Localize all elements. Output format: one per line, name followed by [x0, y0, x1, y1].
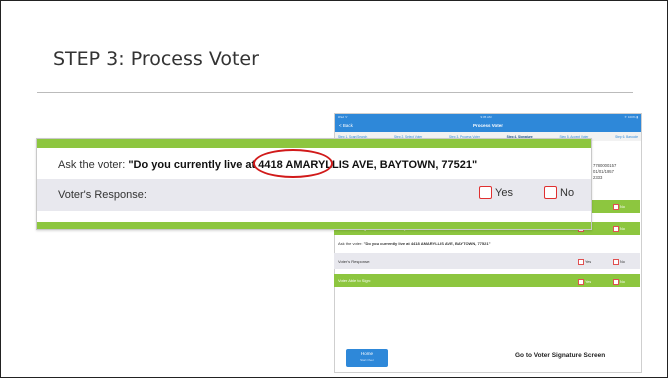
- small-response-row: Voter's Response:: [334, 253, 640, 269]
- checkbox-icon: [613, 279, 619, 285]
- status-left: iPad ᯤ: [338, 115, 348, 119]
- title-divider: [37, 92, 633, 93]
- voter-precinct: 2333: [593, 175, 603, 180]
- nav-title: Process Voter: [473, 123, 503, 128]
- sign-no-label: No: [620, 280, 625, 284]
- checkbox-icon: [578, 279, 584, 285]
- small-resp-yes-label: Yes: [585, 260, 592, 264]
- sign-yes-option[interactable]: Yes: [578, 279, 591, 285]
- checkbox-icon: [613, 204, 619, 210]
- small-ask-prefix: Ask the voter:: [338, 241, 363, 246]
- voter-signature-button[interactable]: Go to Voter Signature Screen: [515, 352, 605, 359]
- tab-step-6[interactable]: Step 6. Barcode: [615, 135, 638, 139]
- small-resp-no-option[interactable]: No: [613, 259, 625, 265]
- small-resp-yes-option[interactable]: Yes: [578, 259, 591, 265]
- home-sub-label: Start Over: [360, 358, 374, 362]
- top-no-option[interactable]: No: [613, 204, 625, 210]
- status-time: 9:05 AM: [480, 115, 492, 119]
- sign-no-option[interactable]: No: [613, 279, 625, 285]
- slide-title: STEP 3: Process Voter: [53, 48, 259, 70]
- status-right: ✈ 100% ▮: [624, 115, 638, 119]
- callout-no-option[interactable]: No: [544, 186, 574, 199]
- small-ask-row: Ask the voter: "Do you currently live at…: [334, 241, 490, 246]
- callout-ask-prefix: Ask the voter:: [58, 159, 126, 171]
- checkbox-icon: [613, 259, 619, 265]
- able-to-sign-row: Voter Able to Sign:: [334, 274, 640, 287]
- nav-bar: < Back Process Voter: [335, 120, 641, 132]
- sign-yes-label: Yes: [585, 280, 592, 284]
- checkbox-icon: [613, 226, 619, 232]
- small-response-label: Voter's Response:: [338, 258, 371, 264]
- top-no-label: No: [620, 205, 625, 209]
- address-highlight-circle: [253, 149, 333, 178]
- small-resp-no-label: No: [620, 260, 625, 264]
- callout-green-bar-bottom: [37, 222, 591, 229]
- callout-question-part2: , BAYTOWN, 77521": [373, 159, 478, 171]
- reg-name-no-option[interactable]: No: [613, 226, 625, 232]
- checkbox-icon[interactable]: [479, 186, 492, 199]
- checkbox-icon: [578, 259, 584, 265]
- checkbox-icon[interactable]: [544, 186, 557, 199]
- small-ask-question: "Do you currently live at 4418 AMARYLLIS…: [363, 241, 491, 246]
- callout-yes-label: Yes: [495, 186, 513, 199]
- callout-response-label: Voter's Response:: [58, 189, 147, 201]
- callout-yes-option[interactable]: Yes: [479, 186, 513, 199]
- reg-name-no-label: No: [620, 227, 625, 231]
- home-button[interactable]: Home Start Over: [346, 349, 388, 367]
- able-to-sign-label: Voter Able to Sign:: [338, 278, 371, 283]
- voter-id-info: 7780000157 01/01/1957 2333: [593, 163, 633, 181]
- callout-green-bar-top: [37, 139, 591, 148]
- callout-no-label: No: [560, 186, 575, 199]
